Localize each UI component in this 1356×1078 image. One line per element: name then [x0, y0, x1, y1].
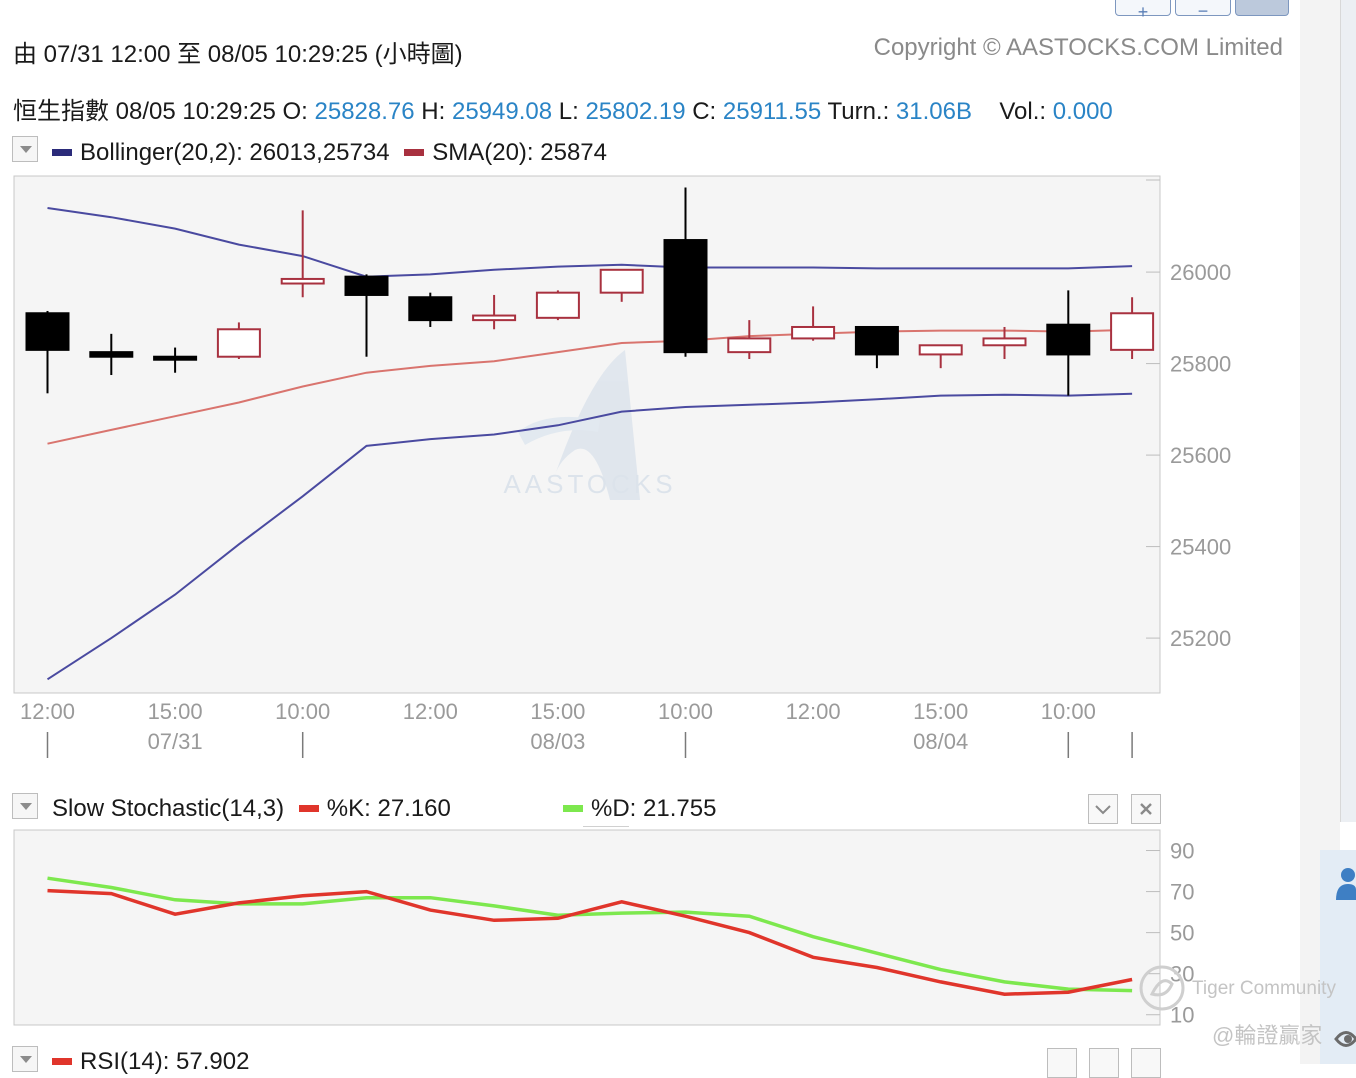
- zoom-out-button[interactable]: −: [1175, 0, 1231, 21]
- high-value: 25949.08: [451, 98, 553, 125]
- copyright: Copyright © AASTOCKS.COM Limited: [873, 34, 1283, 61]
- watermark-logo-text: AASTOCKS: [503, 469, 676, 499]
- candle-body[interactable]: [89, 351, 134, 358]
- candle-body[interactable]: [535, 291, 580, 319]
- candle-body[interactable]: [1110, 312, 1155, 351]
- x-tick-label: 15:00: [148, 699, 203, 724]
- volume-label: Vol.:: [999, 98, 1047, 125]
- main-indicator-dropdown[interactable]: [12, 136, 38, 162]
- candle-body[interactable]: [280, 277, 325, 285]
- x-date-label: 08/03: [530, 729, 585, 754]
- sma-swatch: [404, 148, 425, 156]
- candle-body[interactable]: [918, 344, 963, 356]
- stoch-indicator-dropdown[interactable]: [12, 793, 38, 819]
- collapse-button[interactable]: [1088, 794, 1118, 824]
- rsi-up-button[interactable]: [1047, 1048, 1077, 1078]
- candle-body[interactable]: [153, 355, 198, 361]
- sma-legend: SMA(20): 25874: [432, 139, 607, 166]
- rsi-collapse-button[interactable]: [1089, 1048, 1119, 1078]
- handle-watermark: @輪證贏家: [1212, 1023, 1323, 1048]
- rsi-title: RSI(14): 57.902: [80, 1048, 250, 1075]
- d-legend: %D: 21.755: [591, 795, 717, 822]
- open-value: 25828.76: [314, 98, 415, 125]
- candle-body[interactable]: [472, 314, 517, 322]
- k-legend: %K: 27.160: [326, 795, 451, 822]
- close-panel-button[interactable]: [1131, 794, 1161, 824]
- x-date-label: 07/31: [148, 729, 203, 754]
- stoch-title: Slow Stochastic(14,3): [52, 795, 285, 822]
- x-date-label: 08/04: [913, 729, 968, 754]
- low-value: 25802.19: [585, 98, 686, 125]
- tiger-community-watermark: Tiger Community: [1192, 978, 1336, 999]
- candle-body[interactable]: [727, 337, 772, 354]
- zoom-toolbar: + −: [1115, 0, 1290, 22]
- candle-body[interactable]: [344, 275, 389, 296]
- x-tick-label: 15:00: [913, 699, 968, 724]
- d-swatch: [563, 804, 583, 812]
- right-panel: [1340, 0, 1356, 822]
- x-tick-label: 15:00: [530, 699, 585, 724]
- x-tick-label: 12:00: [786, 699, 841, 724]
- y-tick-label: 25200: [1170, 626, 1231, 651]
- close-label: C:: [692, 98, 717, 125]
- x-tick-label: 12:00: [403, 699, 458, 724]
- quote-line: 恒生指數 08/05 10:29:25 O: 25828.76 H: 25949…: [13, 91, 1113, 126]
- y-tick-label: 25400: [1170, 535, 1231, 560]
- rsi-close-button[interactable]: [1131, 1048, 1161, 1078]
- candle-body[interactable]: [1046, 323, 1091, 356]
- low-label: L:: [558, 98, 579, 125]
- date-range: 由 07/31 12:00 至 08/05 10:29:25 (小時圖): [13, 41, 463, 68]
- candle-body[interactable]: [982, 337, 1027, 347]
- stochastic-chart[interactable]: 1030507090: [0, 826, 1300, 1026]
- stoch-y-tick-label: 50: [1170, 921, 1194, 946]
- rsi-indicator-dropdown[interactable]: [12, 1046, 38, 1072]
- candle-body[interactable]: [599, 268, 644, 294]
- y-tick-label: 26000: [1170, 260, 1231, 285]
- index-name: 恒生指數: [13, 98, 109, 125]
- y-tick-label: 25800: [1170, 352, 1231, 377]
- volume-value: 0.000: [1052, 98, 1113, 125]
- tiger-logo-icon: [1138, 964, 1186, 1012]
- open-label: O:: [282, 98, 308, 125]
- x-tick-label: 10:00: [275, 699, 330, 724]
- x-tick-label: 10:00: [1041, 699, 1096, 724]
- user-icon[interactable]: [1334, 866, 1356, 900]
- d-legend-wrap: %D: 21.755: [563, 795, 716, 823]
- zoom-in-button[interactable]: +: [1115, 0, 1171, 22]
- candle-body[interactable]: [216, 328, 261, 358]
- turnover-label: Turn.:: [827, 98, 890, 125]
- eye-icon[interactable]: [1334, 1024, 1356, 1054]
- high-label: H:: [421, 98, 446, 125]
- k-swatch: [298, 804, 319, 812]
- stoch-y-tick-label: 90: [1170, 839, 1194, 864]
- stoch-y-tick-label: 70: [1170, 880, 1194, 905]
- main-legend: Bollinger(20,2): 26013,25734 SMA(20): 25…: [52, 139, 607, 167]
- quote-time: 08/05 10:29:25: [115, 98, 276, 125]
- stoch-legend: Slow Stochastic(14,3) %K: 27.160: [52, 795, 451, 823]
- boll-swatch: [52, 148, 72, 156]
- candle-body[interactable]: [854, 325, 899, 356]
- candle-body[interactable]: [791, 325, 836, 340]
- rsi-legend: RSI(14): 57.902: [52, 1048, 249, 1076]
- y-tick-label: 25600: [1170, 443, 1231, 468]
- settings-button[interactable]: [1235, 0, 1289, 16]
- candle-body[interactable]: [663, 239, 708, 354]
- turnover-value: 31.06B: [895, 98, 972, 125]
- stoch-plot-area: [13, 829, 1161, 1026]
- close-value: 25911.55: [722, 98, 822, 125]
- candle-body[interactable]: [408, 296, 453, 322]
- x-tick-label: 12:00: [20, 699, 75, 724]
- boll-legend: Bollinger(20,2): 26013,25734: [80, 139, 390, 166]
- x-tick-label: 10:00: [658, 699, 713, 724]
- candle-body[interactable]: [25, 312, 70, 351]
- price-chart[interactable]: AASTOCKS 25200 25400 25600 25800 26000 12:00 1…: [0, 170, 1300, 770]
